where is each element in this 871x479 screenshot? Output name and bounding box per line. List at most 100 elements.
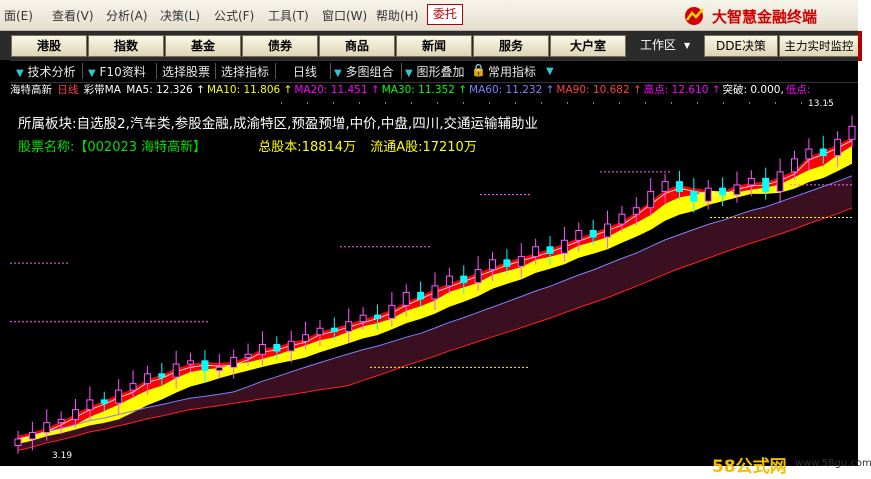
nav-bond-button[interactable]: 债券 — [242, 35, 318, 57]
candle-body — [618, 213, 626, 225]
signal-marker: · — [410, 99, 413, 109]
candle-body — [719, 187, 727, 196]
nav-hk-stocks-button[interactable]: 港股 — [11, 35, 87, 57]
signal-marker: · — [280, 99, 283, 109]
candle-body — [848, 125, 856, 140]
candle-body — [187, 360, 195, 365]
candle-body — [460, 275, 468, 284]
nav-news-button[interactable]: 新闻 — [396, 35, 472, 57]
ma-value-2: MA20: 11.451 ↑ — [294, 84, 380, 96]
divider — [401, 63, 402, 79]
divider — [215, 63, 216, 79]
candle-body — [258, 344, 266, 355]
tool-common-indicators[interactable]: 常用指标 — [488, 63, 536, 80]
brand-logo-icon — [685, 7, 704, 25]
weituo-button[interactable]: 委托 — [427, 4, 463, 25]
signal-marker: · — [488, 99, 491, 109]
candle-body — [661, 181, 669, 192]
trading-terminal-window: 面(E) 查看(V) 分析(A) 决策(L) 公式(F) 工具(T) 窗口(W)… — [0, 0, 858, 466]
stock-code-name: 【002023 海特高新】 — [74, 140, 207, 155]
candle-body — [172, 363, 180, 378]
ma-value-8: 低点: — [785, 84, 811, 96]
candle-body — [431, 285, 439, 300]
candle-body — [560, 239, 568, 254]
candle-body — [359, 314, 367, 323]
candle-body — [805, 148, 813, 160]
candle-body — [776, 171, 784, 192]
stock-name-label: 海特高新 — [10, 84, 52, 96]
candle-body — [388, 304, 396, 319]
dropdown-icon: ▼ — [16, 68, 24, 79]
workzone-dropdown-icon[interactable]: ▼ — [684, 41, 690, 50]
candle-body — [417, 291, 425, 300]
dropdown-icon: ▼ — [334, 68, 342, 79]
total-shares-value: 18814万 — [301, 140, 357, 155]
tool-multi-chart[interactable]: ▼ 多图组合 — [334, 63, 394, 80]
nav-fund-button[interactable]: 基金 — [165, 35, 241, 57]
tool-overlay[interactable]: ▼ 图形叠加 — [405, 63, 465, 80]
signal-marker: · — [358, 99, 361, 109]
candle-body — [215, 366, 223, 372]
candle-body — [43, 422, 51, 433]
signal-marker: · — [618, 99, 621, 109]
menu-item-tools[interactable]: 工具(T) — [268, 7, 309, 24]
nav-service-button[interactable]: 服务 — [473, 35, 549, 57]
lock-icon[interactable]: 🔒 — [471, 63, 486, 77]
workzone-label[interactable]: 工作区 — [640, 35, 676, 55]
stock-basic-info: 股票名称:【002023 海特高新】 总股本:18814万 流通A股:17210… — [18, 136, 477, 155]
divider — [156, 63, 157, 79]
menu-item-decision[interactable]: 决策(L) — [160, 7, 200, 24]
candle-body — [100, 399, 108, 404]
signal-marker: · — [332, 99, 335, 109]
watermark-logo: 58公式网 — [712, 457, 787, 477]
sector-label: 所属板块: — [18, 116, 77, 132]
candle-body — [489, 259, 497, 271]
signal-marker: · — [800, 99, 803, 109]
period-label: 日线 — [57, 84, 79, 96]
watermark-url: www.58gu.com — [795, 458, 871, 469]
tool-daily-period[interactable]: 日线 — [293, 63, 317, 80]
high-price-label: 13.15 — [808, 99, 834, 109]
candle-body — [733, 184, 741, 196]
candle-body — [517, 256, 525, 267]
candle-body — [704, 187, 712, 202]
ma-value-5: MA90: 10.682 ↑ — [556, 84, 642, 96]
candle-body — [244, 353, 252, 359]
ma-value-0: MA5: 12.326 ↑ — [126, 84, 205, 96]
candle-body — [201, 360, 209, 372]
ma-value-4: MA60: 11.232 ↑ — [469, 84, 555, 96]
candle-body — [632, 207, 640, 215]
ma-value-1: MA10: 11.806 ↑ — [206, 84, 293, 96]
tool-technical-analysis[interactable]: ▼ 技术分析 — [16, 63, 76, 80]
indicator-name: 彩带MA — [83, 84, 121, 96]
candle-body — [273, 344, 281, 352]
float-shares-label: 流通A股: — [370, 140, 423, 155]
nav-index-button[interactable]: 指数 — [88, 35, 164, 57]
menu-item-formula[interactable]: 公式(F) — [214, 7, 254, 24]
signal-marker: · — [540, 99, 543, 109]
tool-f10-info[interactable]: ▼ F10资料 — [88, 63, 146, 80]
main-force-monitor-button[interactable]: 主力实时监控 — [779, 35, 858, 57]
candle-body — [747, 177, 755, 186]
menu-item-view[interactable]: 查看(V) — [52, 7, 94, 24]
tool-select-stock[interactable]: 选择股票 — [162, 63, 210, 80]
menu-item-analysis[interactable]: 分析(A) — [106, 7, 148, 24]
candle-body — [819, 148, 827, 157]
menu-item-file[interactable]: 面(E) — [4, 7, 33, 24]
common-indicators-dropdown-icon[interactable]: ▼ — [546, 63, 554, 77]
divider — [82, 63, 83, 79]
dde-decision-button[interactable]: DDE决策 — [704, 35, 778, 57]
menu-item-window[interactable]: 窗口(W) — [322, 7, 367, 24]
candle-body — [143, 373, 151, 385]
signal-marker: · — [696, 99, 699, 109]
nav-vip-room-button[interactable]: 大户室 — [550, 35, 626, 57]
signal-marker: · — [384, 99, 387, 109]
low-price-label: 3.19 — [52, 451, 72, 461]
menu-item-help[interactable]: 帮助(H) — [376, 7, 418, 24]
signal-marker: · — [566, 99, 569, 109]
ma-value-6: 高点: 12.610 ↑ — [643, 84, 721, 96]
tool-select-indicator[interactable]: 选择指标 — [221, 63, 269, 80]
nav-commodity-button[interactable]: 商品 — [319, 35, 395, 57]
signal-marker: · — [436, 99, 439, 109]
candle-body — [690, 190, 698, 202]
